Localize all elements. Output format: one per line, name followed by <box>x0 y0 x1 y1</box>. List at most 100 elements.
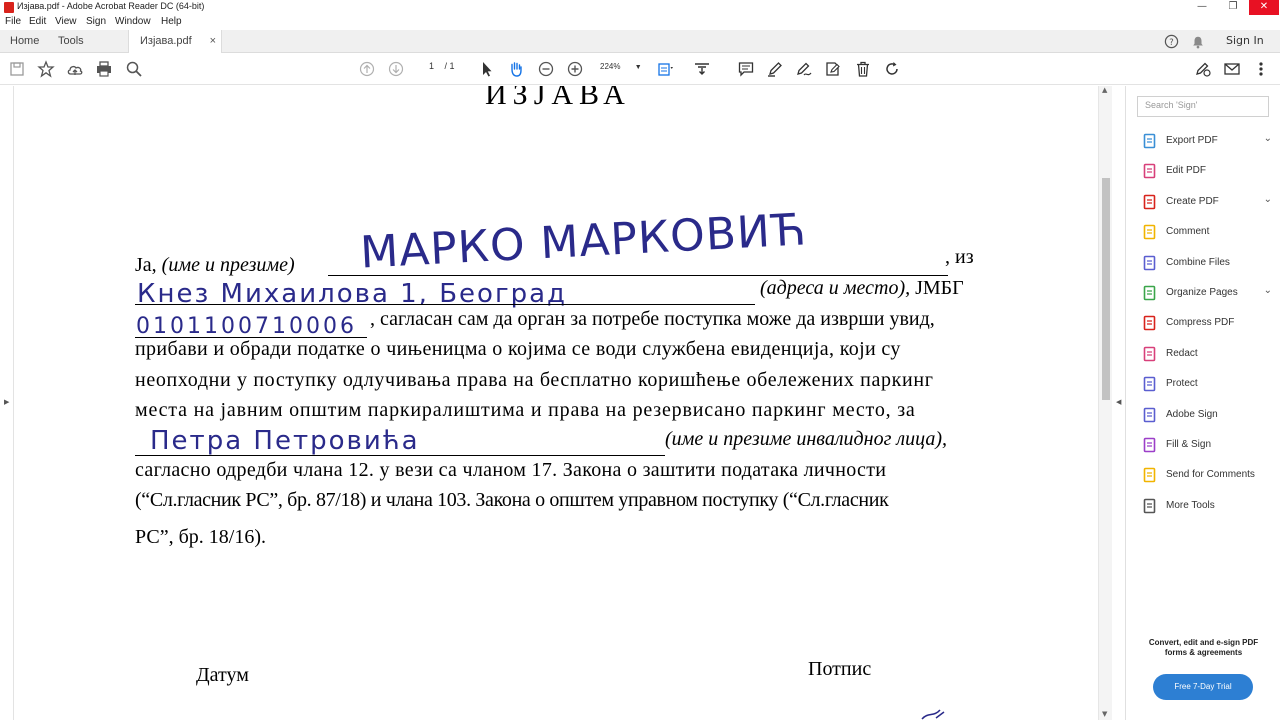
tool-label: Edit PDF <box>1166 165 1207 177</box>
tool-comment[interactable]: Comment <box>1142 222 1272 242</box>
zoom-in-icon[interactable] <box>566 60 584 78</box>
help-icon[interactable]: ? <box>1164 30 1180 53</box>
doc-line-4: прибави и обради податке о чињеницма о к… <box>135 338 901 360</box>
tool-redact[interactable]: Redact <box>1142 344 1272 364</box>
restore-button[interactable]: ❐ <box>1218 0 1248 15</box>
scroll-mode-icon[interactable] <box>693 60 711 78</box>
right-panel-toggle[interactable]: ◀ <box>1112 86 1126 720</box>
document-viewport[interactable]: ИЗЈАВА Ја, (име и презиме) МАРКО МАРКОВИ… <box>0 86 1112 720</box>
minimize-button[interactable]: — <box>1187 0 1217 15</box>
page-number-field[interactable]: 1 / 1 <box>412 61 455 71</box>
current-page-input[interactable]: 1 <box>412 61 434 71</box>
menu-edit[interactable]: Edit <box>29 16 46 27</box>
disabled-person-underline <box>135 455 665 456</box>
handwritten-disabled-person: Петра Петровића <box>150 426 420 456</box>
scroll-up-arrow-icon[interactable]: ▲ <box>1102 86 1107 94</box>
tool-fill-sign[interactable]: Fill & Sign <box>1142 435 1272 455</box>
collapse-right-panel-icon: ◀ <box>1116 398 1122 406</box>
tab-close-button[interactable]: × <box>210 30 216 52</box>
chevron-down-icon[interactable]: ⌄ <box>1264 194 1272 205</box>
highlight-pen-icon[interactable] <box>766 60 784 78</box>
tool-create-pdf[interactable]: Create PDF ⌄ <box>1142 192 1272 212</box>
doc-line-5: неопходни у поступку одлучивања права на… <box>135 369 934 391</box>
tool-edit-pdf[interactable]: Edit PDF <box>1142 161 1272 181</box>
doc-line-2: (адреса и место), ЈМБГ <box>760 277 964 300</box>
tool-more-tools[interactable]: More Tools <box>1142 496 1272 516</box>
doc-line-2-suffix: ЈМБГ <box>915 277 964 299</box>
tool-label: Comment <box>1166 226 1210 238</box>
close-window-button[interactable]: ✕ <box>1249 0 1279 15</box>
zoom-level-dropdown[interactable]: 224% ▼ <box>600 62 642 71</box>
menu-file[interactable]: File <box>5 16 21 27</box>
bookmark-star-icon[interactable] <box>37 60 55 78</box>
doc-line-6: места на јавним општим паркиралиштима и … <box>135 399 916 421</box>
attach-sign-icon[interactable] <box>1194 60 1212 78</box>
compress-pdf-icon <box>1142 315 1158 331</box>
fit-page-icon[interactable] <box>656 60 674 78</box>
notifications-bell-icon[interactable] <box>1191 30 1207 53</box>
document-title: ИЗЈАВА <box>485 86 631 111</box>
menu-help[interactable]: Help <box>161 16 182 27</box>
vertical-scrollbar[interactable]: ▲ ▼ <box>1098 86 1112 720</box>
create-pdf-icon <box>1142 194 1158 210</box>
more-tools-icon <box>1142 498 1158 514</box>
tab-tools[interactable]: Tools <box>58 30 84 53</box>
tool-export-pdf[interactable]: Export PDF ⌄ <box>1142 131 1272 151</box>
redact-icon <box>1142 346 1158 362</box>
tool-send-for-comments[interactable]: Send for Comments <box>1142 465 1272 485</box>
menu-view[interactable]: View <box>55 16 77 27</box>
combine-files-icon <box>1142 255 1158 271</box>
comment-icon[interactable] <box>737 60 755 78</box>
window-title: Изјава.pdf - Adobe Acrobat Reader DC (64… <box>17 1 205 11</box>
tool-label: Organize Pages <box>1166 287 1238 298</box>
tab-document[interactable]: Изјава.pdf × <box>128 30 222 54</box>
tool-combine-files[interactable]: Combine Files <box>1142 253 1272 273</box>
doc-line-1-suffix: , из <box>945 246 974 268</box>
tool-compress-pdf[interactable]: Compress PDF <box>1142 313 1272 333</box>
zoom-out-icon[interactable] <box>537 60 555 78</box>
scroll-down-arrow-icon[interactable]: ▼ <box>1102 710 1107 718</box>
upload-cloud-icon[interactable] <box>66 60 84 78</box>
left-panel-toggle[interactable]: ▶ <box>0 86 14 720</box>
fill-sign-icon[interactable] <box>795 60 813 78</box>
doc-line-1: Ја, (име и презиме) <box>135 254 295 277</box>
tool-label: Protect <box>1166 378 1198 390</box>
free-trial-button[interactable]: Free 7-Day Trial <box>1153 674 1253 700</box>
tab-bar: Home Tools Изјава.pdf × ? Sign In <box>0 30 1280 54</box>
zoom-search-icon[interactable] <box>125 60 143 78</box>
menu-sign[interactable]: Sign <box>86 16 106 27</box>
tool-protect[interactable]: Protect <box>1142 374 1272 394</box>
doc-line-7-label: (име и презиме инвалидног лица), <box>665 428 948 450</box>
tab-home[interactable]: Home <box>10 30 39 53</box>
print-icon[interactable] <box>95 60 113 78</box>
select-arrow-icon[interactable] <box>478 60 496 78</box>
edit-text-icon[interactable] <box>824 60 842 78</box>
edit-pdf-icon <box>1142 163 1158 179</box>
save-icon[interactable] <box>8 60 26 78</box>
signature-label: Потпис <box>808 658 872 680</box>
menu-window[interactable]: Window <box>115 16 151 27</box>
doc-line-10: РС”, бр. 18/16). <box>135 526 266 548</box>
more-options-icon[interactable] <box>1252 60 1270 78</box>
toolbar: 1 / 1 224% ▼ <box>0 53 1280 85</box>
tool-organize-pages[interactable]: Organize Pages ⌄ <box>1142 283 1272 303</box>
previous-page-icon[interactable] <box>358 60 376 78</box>
email-icon[interactable] <box>1223 60 1241 78</box>
chevron-down-icon[interactable]: ⌄ <box>1264 285 1272 296</box>
signature-scribble <box>921 709 945 720</box>
sign-in-link[interactable]: Sign In <box>1226 30 1264 53</box>
handwritten-name: МАРКО МАРКОВИЋ <box>358 204 808 279</box>
svg-text:?: ? <box>1169 37 1173 47</box>
tools-pane: Search 'Sign' Export PDF ⌄ Edit PDF Create … <box>1127 86 1280 720</box>
comment-icon <box>1142 224 1158 240</box>
tools-search-input[interactable]: Search 'Sign' <box>1137 96 1269 117</box>
rotate-icon[interactable] <box>883 60 901 78</box>
next-page-icon[interactable] <box>387 60 405 78</box>
hand-tool-icon[interactable] <box>507 60 525 78</box>
chevron-down-icon[interactable]: ⌄ <box>1264 133 1272 144</box>
tool-adobe-sign[interactable]: Adobe Sign <box>1142 405 1272 425</box>
date-label: Датум <box>196 664 249 686</box>
scrollbar-thumb[interactable] <box>1102 178 1110 400</box>
doc-line-8: сагласно одредби члана 12. у вези са чла… <box>135 459 887 481</box>
delete-trash-icon[interactable] <box>854 60 872 78</box>
